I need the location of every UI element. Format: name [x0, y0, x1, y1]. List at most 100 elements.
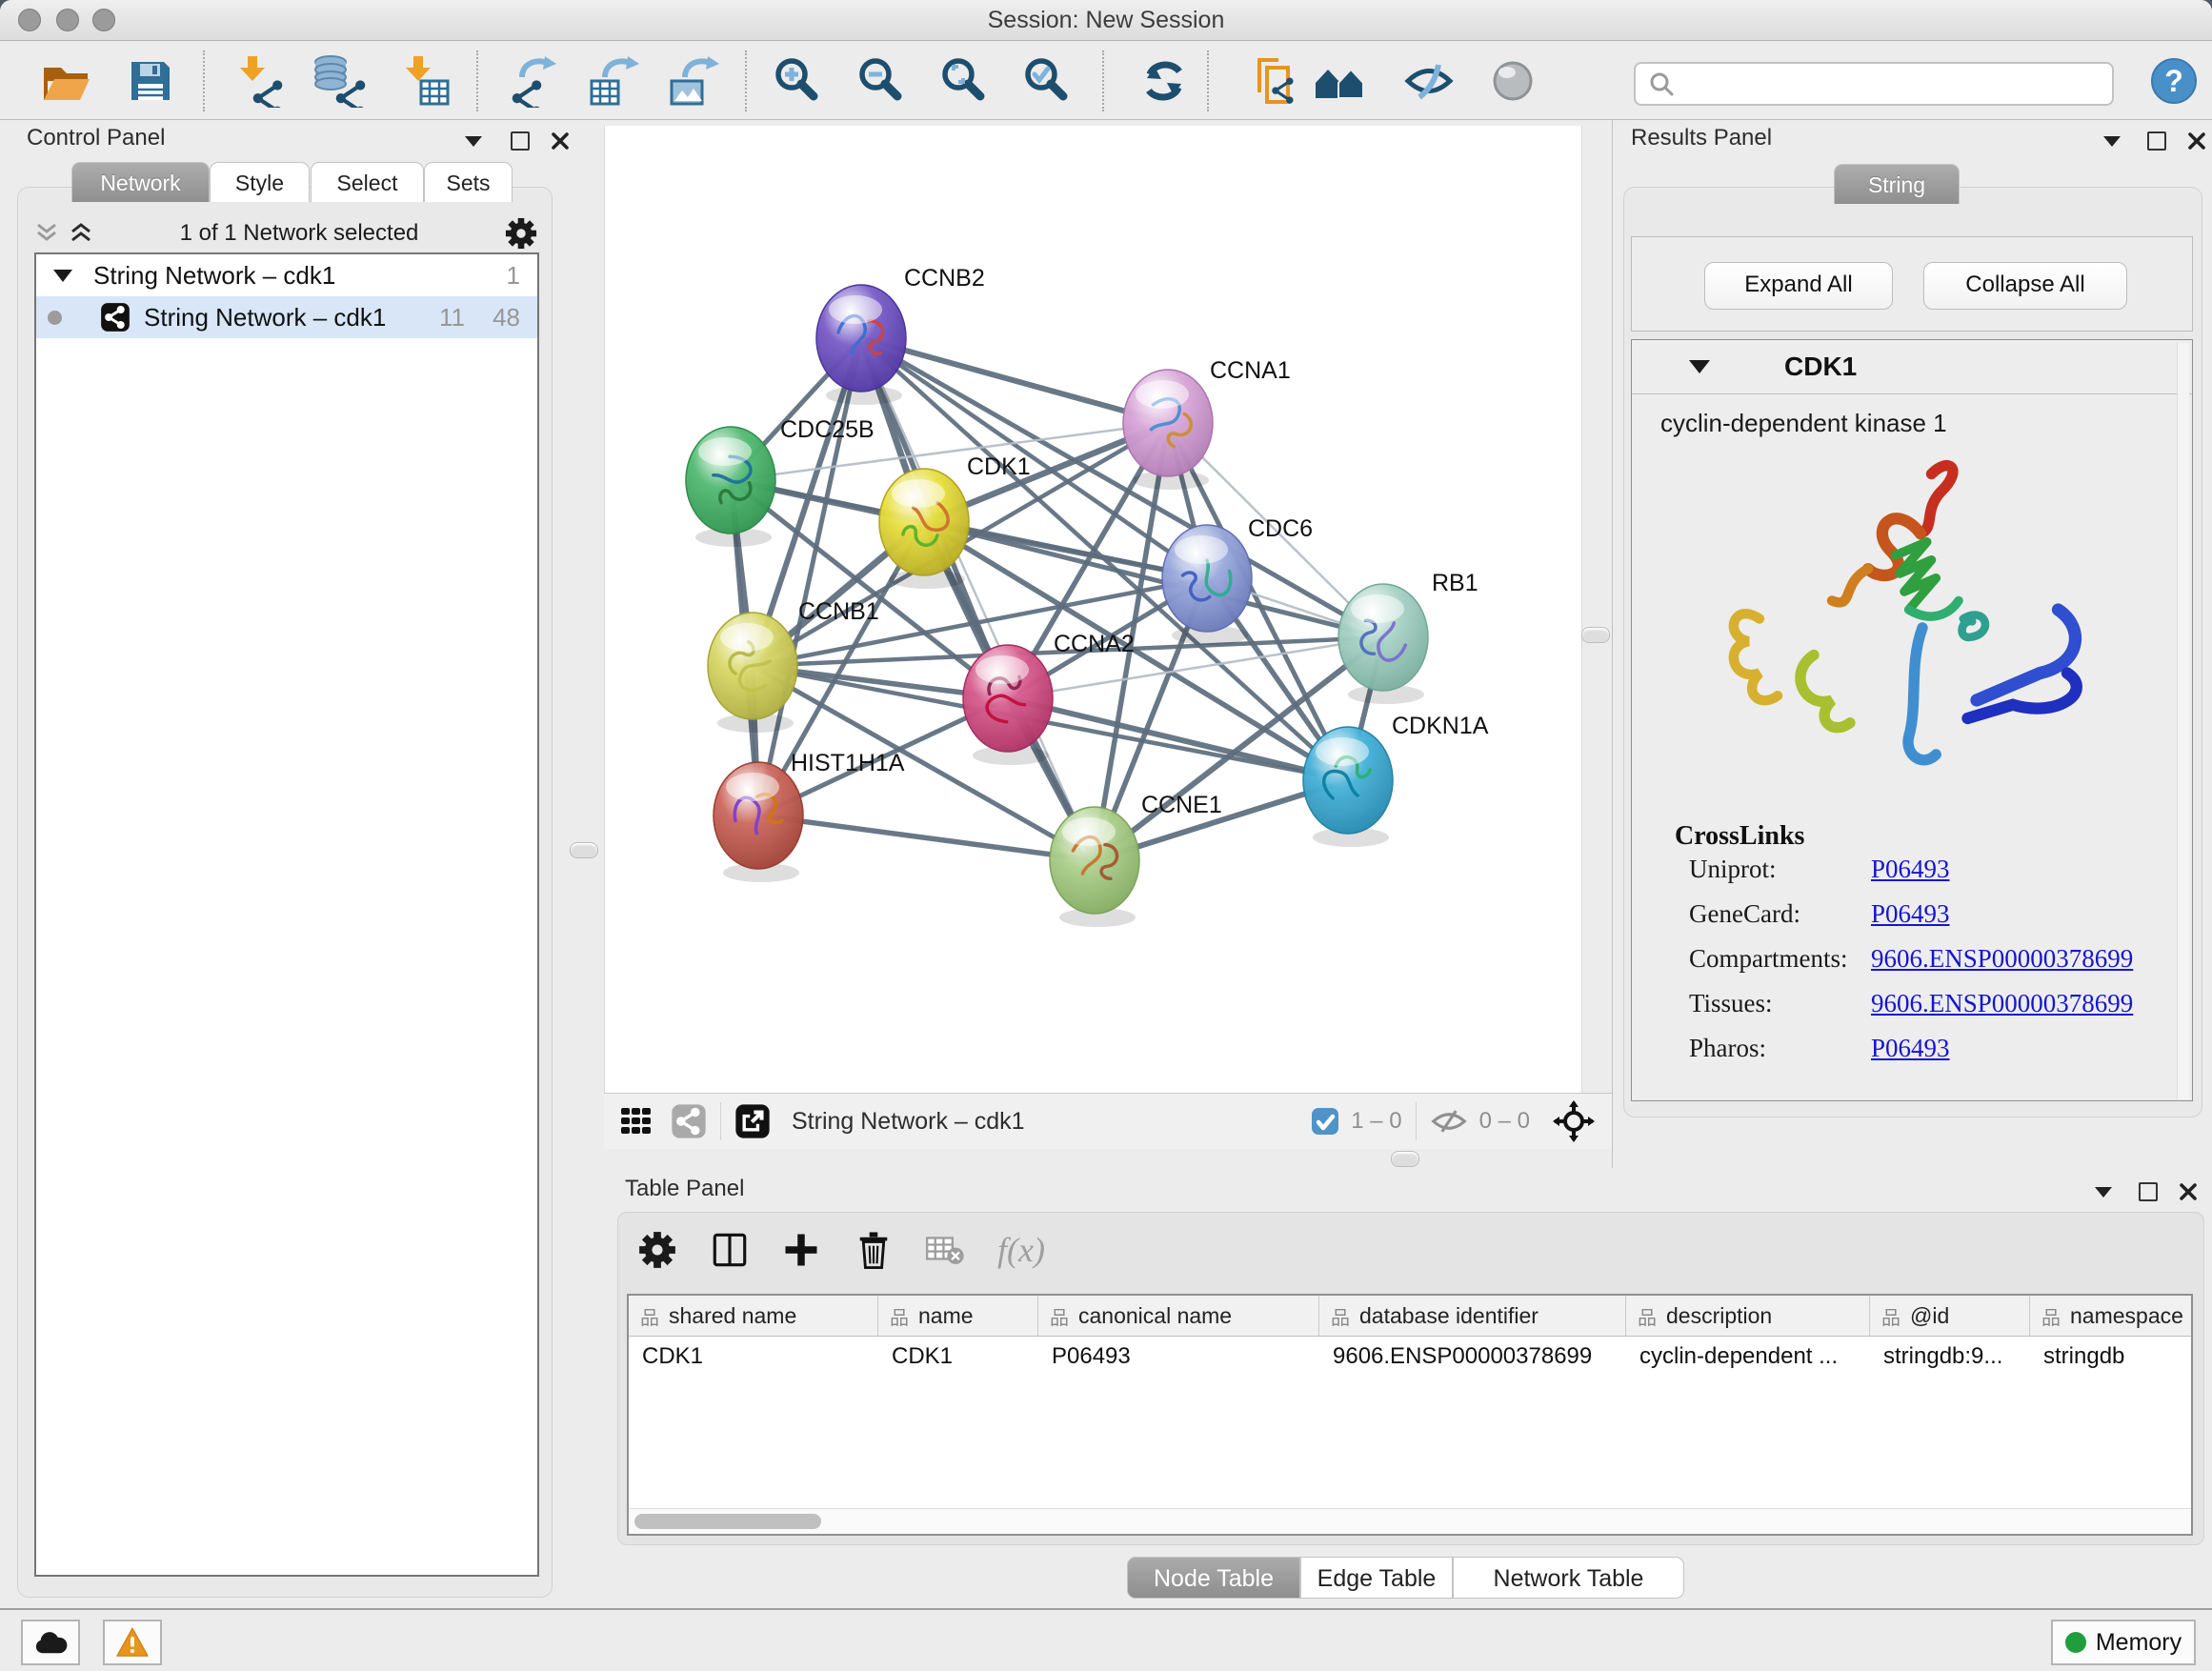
table-cell[interactable]: cyclin-dependent ... [1626, 1336, 1870, 1378]
right-splitter-handle[interactable] [1581, 627, 1610, 643]
table-settings-gear-button[interactable] [631, 1225, 684, 1275]
column-header-description[interactable]: 品description [1626, 1296, 1870, 1336]
results-panel-close-icon[interactable] [2187, 131, 2206, 151]
zoom-in-button[interactable] [769, 54, 822, 108]
column-header-shared-name[interactable]: 品shared name [629, 1296, 878, 1336]
network-edge[interactable] [758, 815, 1095, 860]
selected-checkbox-icon[interactable] [1311, 1107, 1339, 1136]
table-cell[interactable]: stringdb:9... [1870, 1336, 2030, 1378]
collapse-all-button[interactable]: Collapse All [1923, 262, 2127, 310]
node-CDC25B[interactable] [686, 427, 775, 547]
table-cell[interactable]: P06493 [1038, 1336, 1319, 1378]
column-header-@id[interactable]: 品@id [1870, 1296, 2030, 1336]
left-splitter-handle[interactable] [570, 842, 598, 858]
node-CCNA1[interactable] [1123, 370, 1213, 490]
zoom-selected-button[interactable] [1018, 54, 1072, 108]
control-panel-close-icon[interactable] [551, 131, 570, 151]
crosslink-link[interactable]: P06493 [1871, 1034, 1950, 1063]
bottom-splitter-handle[interactable] [1391, 1151, 1419, 1167]
hide-graphics-button[interactable] [1402, 54, 1456, 108]
network-edge[interactable] [861, 338, 1095, 860]
tab-edge-table[interactable]: Edge Table [1300, 1557, 1453, 1599]
collapse-all-icon[interactable] [34, 221, 59, 246]
node-CCNB1[interactable] [708, 613, 797, 733]
collection-expander-icon[interactable] [53, 270, 72, 282]
tab-sets[interactable]: Sets [424, 162, 513, 202]
column-header-canonical-name[interactable]: 品canonical name [1038, 1296, 1319, 1336]
import-network-database-button[interactable] [312, 54, 366, 108]
help-button[interactable]: ? [2147, 54, 2201, 108]
node-CCNB2[interactable] [816, 285, 906, 405]
network-edge[interactable] [758, 338, 861, 815]
search-input[interactable] [1676, 67, 2112, 101]
column-header-database-identifier[interactable]: 品database identifier [1319, 1296, 1626, 1336]
control-panel-collapse-icon[interactable] [465, 136, 482, 147]
network-view-title: String Network – cdk1 [792, 1108, 1025, 1136]
tab-string[interactable]: String [1834, 164, 1960, 204]
crosslink-link[interactable]: P06493 [1871, 899, 1950, 929]
export-image-button[interactable] [666, 54, 719, 108]
export-network-button[interactable] [507, 54, 560, 108]
function-builder-button[interactable]: f(x) [995, 1225, 1048, 1275]
control-panel-float-icon[interactable] [511, 131, 530, 151]
import-network-file-button[interactable] [232, 54, 286, 108]
export-table-button[interactable] [586, 54, 639, 108]
import-table-button[interactable] [398, 54, 452, 108]
table-cell[interactable]: stringdb [2030, 1336, 2193, 1378]
table-horizontal-scrollbar[interactable] [629, 1508, 2191, 1534]
column-manager-button[interactable] [703, 1225, 756, 1275]
crosslink-link[interactable]: 9606.ENSP00000378699 [1871, 944, 2133, 974]
table-cell[interactable]: CDK1 [629, 1336, 878, 1378]
results-panel-float-icon[interactable] [2147, 131, 2166, 151]
column-header-namespace[interactable]: 品namespace [2030, 1296, 2193, 1336]
crosslink-link[interactable]: 9606.ENSP00000378699 [1871, 989, 2133, 1018]
node-HIST1H1A[interactable] [714, 762, 803, 882]
node-RB1[interactable] [1338, 584, 1428, 704]
open-folder-button[interactable] [40, 54, 93, 108]
network-canvas[interactable]: CCNB2CCNA1CDC25BCDK1CDC6RB1CCNB1CCNA2CDK… [604, 126, 1582, 1093]
table-panel-float-icon[interactable] [2139, 1182, 2158, 1201]
table-cell[interactable]: 9606.ENSP00000378699 [1319, 1336, 1626, 1378]
cloud-button[interactable] [21, 1620, 80, 1665]
crosslink-link[interactable]: P06493 [1871, 855, 1950, 884]
search-field[interactable] [1634, 62, 2114, 106]
tab-network[interactable]: Network [71, 162, 210, 202]
results-panel-collapse-icon[interactable] [2103, 136, 2121, 147]
gene-header-row[interactable]: CDK1 [1632, 340, 2192, 394]
refresh-button[interactable] [1137, 54, 1191, 108]
zoom-out-button[interactable] [853, 54, 906, 108]
tab-network-table[interactable]: Network Table [1453, 1557, 1684, 1599]
column-header-name[interactable]: 品name [878, 1296, 1038, 1336]
delete-column-button[interactable] [847, 1225, 900, 1275]
open-in-window-icon[interactable] [734, 1103, 771, 1139]
clipboard-share-button[interactable] [1250, 54, 1303, 108]
warnings-button[interactable] [103, 1620, 162, 1665]
delete-table-button[interactable] [918, 1225, 972, 1275]
show-graphics-button[interactable] [1486, 54, 1539, 108]
tab-style[interactable]: Style [210, 162, 310, 202]
network-share-icon[interactable] [671, 1103, 707, 1139]
zoom-fit-button[interactable] [935, 54, 989, 108]
tab-select[interactable]: Select [311, 162, 424, 202]
scrollbar-thumb[interactable] [634, 1514, 821, 1529]
birdseye-grid-icon[interactable] [619, 1104, 654, 1138]
results-scrollbar[interactable] [2177, 343, 2189, 1099]
expand-all-icon[interactable] [69, 221, 93, 246]
gene-expander-icon[interactable] [1689, 360, 1710, 373]
pan-crosshair-icon[interactable] [1553, 1100, 1595, 1142]
table-panel-collapse-icon[interactable] [2095, 1187, 2112, 1198]
table-cell[interactable]: CDK1 [878, 1336, 1038, 1378]
tab-node-table[interactable]: Node Table [1127, 1557, 1300, 1599]
table-panel-close-icon[interactable] [2179, 1182, 2198, 1201]
memory-button[interactable]: Memory [2051, 1620, 2196, 1665]
expand-all-button[interactable]: Expand All [1704, 262, 1893, 310]
node-CCNE1[interactable] [1050, 807, 1139, 927]
network-collection-row[interactable]: String Network – cdk1 1 [36, 254, 537, 296]
add-column-button[interactable] [774, 1225, 828, 1275]
hidden-eye-slash-icon[interactable] [1430, 1105, 1468, 1137]
network-options-gear-icon[interactable] [505, 217, 537, 250]
network-row-selected[interactable]: String Network – cdk1 11 48 [36, 296, 537, 338]
home-networks-button[interactable] [1314, 54, 1367, 108]
save-button[interactable] [124, 54, 177, 108]
node-CDKN1A[interactable] [1303, 727, 1393, 847]
